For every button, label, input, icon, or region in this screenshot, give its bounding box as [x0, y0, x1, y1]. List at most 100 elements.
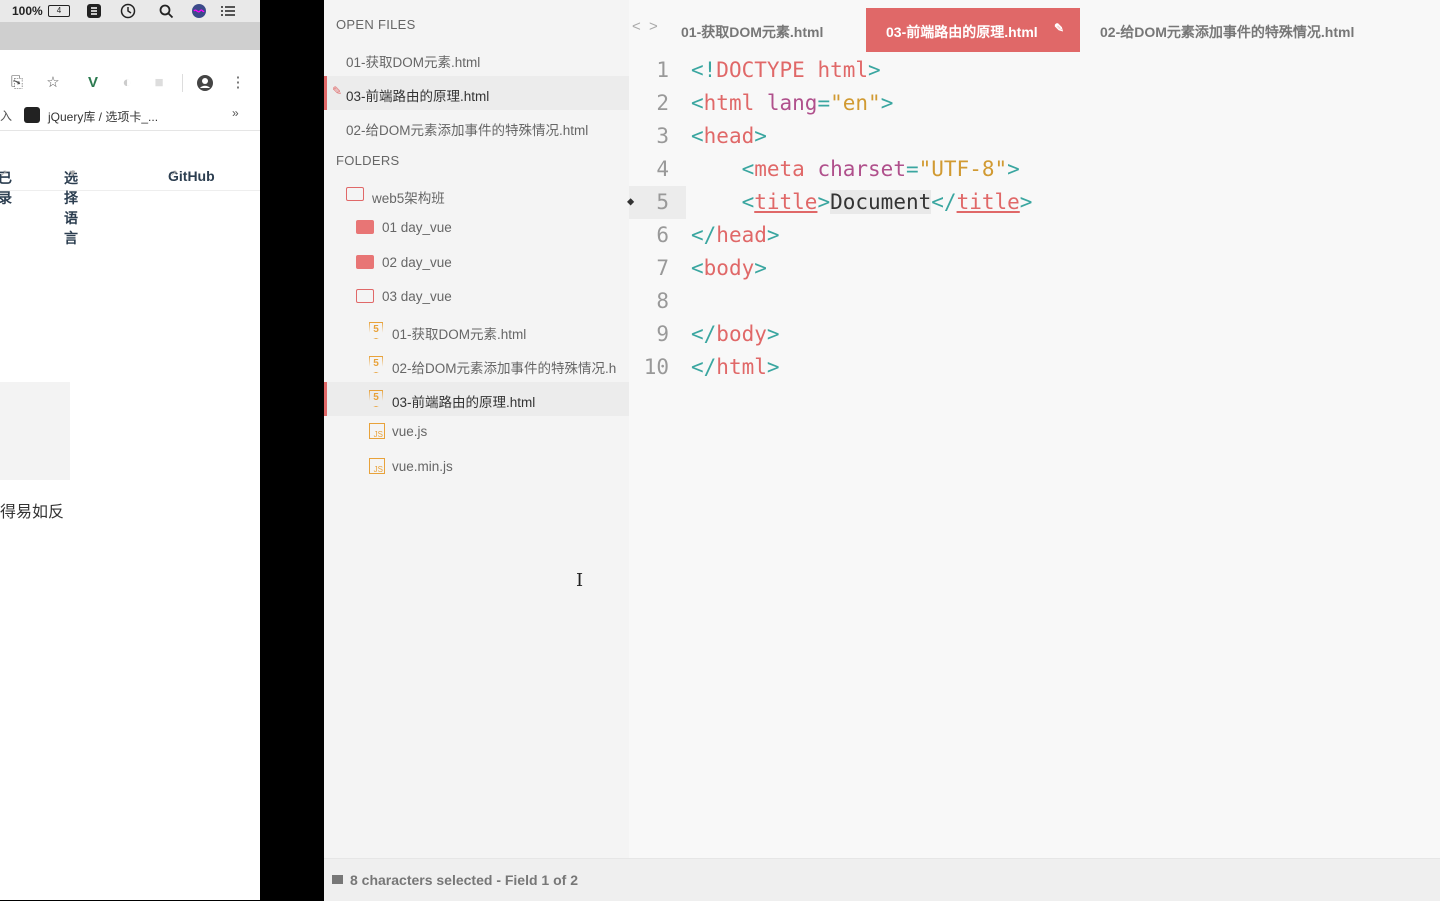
siri-icon[interactable] — [191, 3, 207, 19]
code-line: 10 </html> — [629, 351, 1440, 384]
html5-icon: 5 — [369, 356, 383, 373]
tab-label: 01-获取DOM元素.html — [681, 24, 824, 40]
file-item-active[interactable]: 5 03-前端路由的原理.html — [324, 382, 629, 416]
code-line: 3 <head> — [629, 120, 1440, 153]
panel-toggle-icon[interactable] — [332, 875, 343, 884]
js-file-icon: JS — [369, 458, 385, 474]
bookmarks-bar: 入 jQuery库 / 选项卡_... » — [0, 100, 260, 131]
folder-icon — [356, 255, 374, 269]
tab-back-arrow-icon[interactable]: < — [632, 18, 641, 35]
code-text: <!DOCTYPE html> — [691, 58, 881, 82]
modified-pencil-icon: ✎ — [1054, 21, 1065, 35]
open-file-label: 03-前端路由的原理.html — [346, 89, 490, 104]
mac-menubar: 100% 4 — [0, 0, 260, 22]
folder-open-icon — [356, 289, 374, 303]
token-tag: html — [703, 91, 755, 115]
code-text: <meta charset="UTF-8"> — [691, 157, 1020, 181]
token-punct: > — [880, 91, 894, 115]
battery-percent: 100% — [12, 4, 43, 18]
token-punct: </ — [931, 190, 957, 214]
nav-language-label: 选择语言 — [64, 170, 78, 246]
clock-icon[interactable] — [120, 3, 136, 19]
tab-03-active[interactable]: 03-前端路由的原理.html ✎ — [866, 8, 1080, 52]
file-item[interactable]: 5 01-获取DOM元素.html — [324, 314, 629, 348]
folder-item-web5[interactable]: web5架构班 — [324, 178, 629, 212]
tab-label: 03-前端路由的原理.html — [886, 24, 1038, 40]
open-file-item[interactable]: 01-获取DOM元素.html — [324, 42, 629, 76]
token-tag: meta — [754, 157, 805, 181]
token-punct: </ — [691, 322, 717, 346]
code-line-current: ◆ 5 <title>Document</title> — [627, 186, 1440, 219]
line-number: 7 — [656, 256, 669, 280]
extension-square-icon[interactable]: ■ — [150, 74, 168, 92]
token-tag: head — [716, 223, 767, 247]
code-text: </html> — [691, 355, 780, 379]
token-punct: > — [868, 58, 881, 82]
account-icon[interactable] — [196, 74, 214, 92]
token-punct: > — [1019, 190, 1033, 214]
chevron-down-icon: ▾ — [70, 168, 76, 179]
scrivener-icon[interactable] — [86, 3, 102, 19]
token-attr: lang — [754, 91, 818, 115]
folder-item-02-day-vue[interactable]: 02 day_vue — [324, 246, 629, 280]
bookmarks-more[interactable]: » — [232, 106, 239, 120]
folder-item-03-day-vue[interactable]: 03 day_vue — [324, 280, 629, 314]
line-number: 5 — [656, 190, 669, 214]
notification-center-icon[interactable] — [220, 3, 236, 19]
file-item[interactable]: JS vue.js — [324, 415, 629, 449]
code-editor-window: OPEN FILES 01-获取DOM元素.html ✎ 03-前端路由的原理.… — [324, 0, 1440, 901]
token-string: "en" — [830, 91, 881, 115]
translate-icon[interactable]: ⎘ — [8, 74, 26, 92]
token-text: Document — [830, 190, 932, 214]
html5-icon: 5 — [369, 322, 383, 339]
extension-icon[interactable]: ◐ — [118, 74, 136, 92]
html5-icon: 5 — [369, 390, 383, 407]
folder-label: web5架构班 — [372, 191, 445, 206]
code-line: 2 <html lang="en"> — [629, 87, 1440, 120]
line-number: 10 — [643, 355, 669, 379]
vue-devtools-icon[interactable]: V — [84, 74, 102, 92]
search-icon[interactable] — [158, 3, 174, 19]
status-text: 8 characters selected - Field 1 of 2 — [350, 872, 578, 888]
battery-icon[interactable]: 4 — [48, 5, 70, 17]
browser-tab-strip — [0, 22, 260, 50]
line-number: 6 — [656, 223, 669, 247]
token-punct: < — [691, 124, 704, 148]
open-file-item[interactable]: 02-给DOM元素添加事件的特殊情况.html — [324, 110, 629, 144]
token-tag-selected: title — [956, 190, 1020, 214]
file-label: 02-给DOM元素添加事件的特殊情况.h — [392, 361, 617, 376]
file-item[interactable]: JS vue.min.js — [324, 450, 629, 484]
code-text: </head> — [691, 223, 780, 247]
tab-01[interactable]: 01-获取DOM元素.html — [669, 8, 859, 52]
folder-label: 02 day_vue — [382, 255, 452, 270]
tab-forward-arrow-icon[interactable]: > — [649, 18, 658, 35]
folder-item-01-day-vue[interactable]: 01 day_vue — [324, 211, 629, 245]
bookmark-fragment[interactable]: 入 — [0, 107, 12, 124]
bookmark-favicon-icon — [24, 107, 40, 123]
code-area[interactable]: 1 <!DOCTYPE html> 2 <html lang="en"> 3 <… — [627, 52, 1440, 858]
file-item[interactable]: 5 02-给DOM元素添加事件的特殊情况.h — [324, 348, 629, 382]
site-nav: 已录 ↗ 选择语言 ▾ GitHub ↗ — [0, 140, 260, 246]
code-text: <head> — [691, 124, 767, 148]
line-number: 8 — [656, 289, 669, 313]
folder-label: 01 day_vue — [382, 220, 452, 235]
token-tag: body — [703, 256, 755, 280]
token-tag-selected: title — [754, 190, 818, 214]
toolbar-divider — [182, 74, 183, 92]
open-file-item-active[interactable]: ✎ 03-前端路由的原理.html — [324, 76, 629, 110]
file-label: 01-获取DOM元素.html — [392, 327, 527, 342]
token-punct: < — [741, 190, 755, 214]
menu-kebab-icon[interactable]: ⋮ — [229, 74, 247, 92]
star-icon[interactable]: ☆ — [44, 74, 62, 92]
folder-label: 03 day_vue — [382, 289, 452, 304]
tab-02[interactable]: 02-给DOM元素添加事件的特殊情况.html — [1087, 8, 1387, 52]
folder-icon — [356, 220, 374, 234]
bookmark-jquery[interactable]: jQuery库 / 选项卡_... — [48, 108, 158, 125]
token-punct: </ — [691, 355, 717, 379]
code-line: 6 </head> — [629, 219, 1440, 252]
file-label: vue.js — [392, 424, 428, 439]
open-file-label: 02-给DOM元素添加事件的特殊情况.html — [346, 123, 589, 138]
token-punct: > — [766, 355, 780, 379]
code-line: 9 </body> — [629, 318, 1440, 351]
folders-header: FOLDERS — [336, 153, 400, 168]
